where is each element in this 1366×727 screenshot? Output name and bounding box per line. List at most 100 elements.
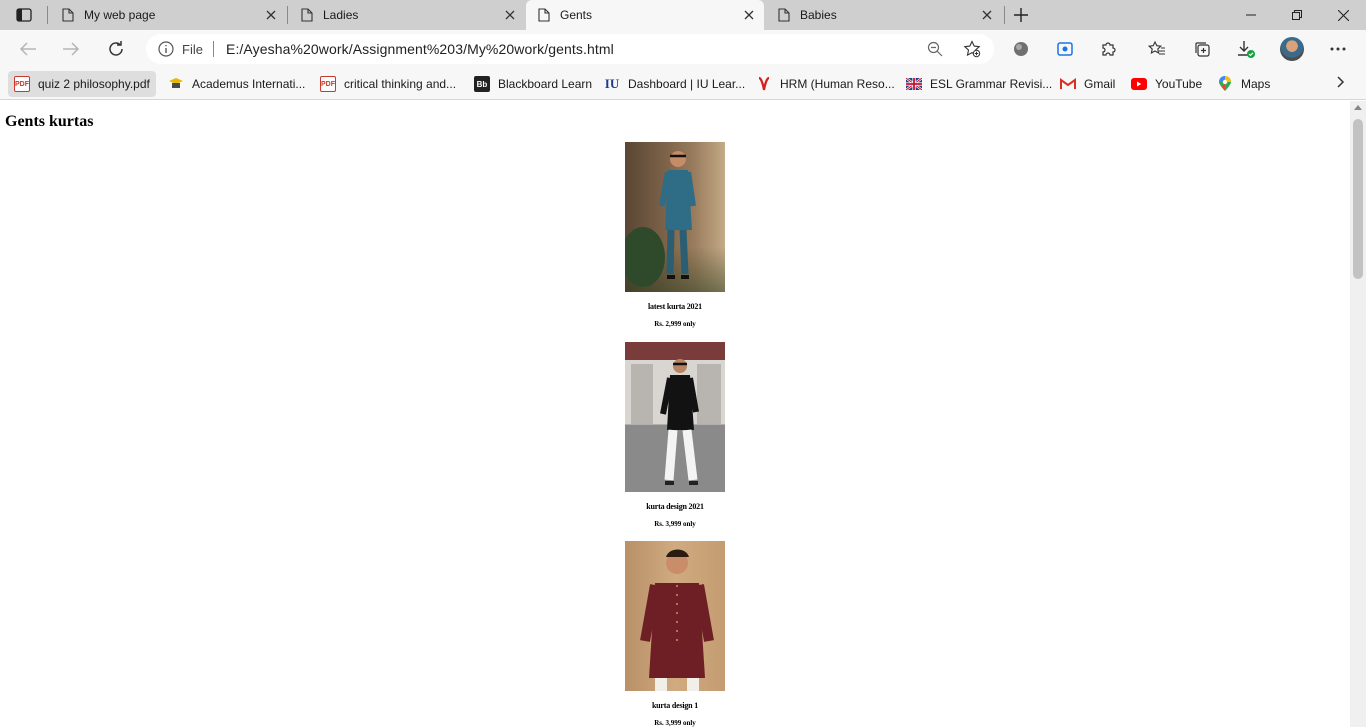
bookmark-label: Academus Internati... [192,77,306,91]
zoom-out-icon[interactable] [927,41,943,57]
plus-icon [1014,8,1028,22]
favorites-button[interactable] [1147,39,1167,59]
screen-capture-button[interactable] [1055,39,1075,59]
restore-button[interactable] [1274,0,1320,30]
refresh-button[interactable] [103,37,129,61]
favorites-icon [1148,40,1165,55]
tab-babies[interactable]: Babies [766,2,1002,28]
close-icon[interactable] [264,8,278,22]
product-photo-maroon-kurta [625,541,725,691]
browser-toolbar: File E:/Ayesha%20work/Assignment%203/My%… [0,30,1366,68]
close-window-button[interactable] [1320,0,1366,30]
page-icon [778,8,790,22]
profile-avatar[interactable] [1280,37,1304,61]
close-icon[interactable] [980,8,994,22]
tab-strip: My web page Ladies Gents Babies [0,0,1366,30]
info-icon[interactable] [158,41,174,57]
forward-button[interactable] [58,37,84,61]
bookmark-label: HRM (Human Reso... [780,77,895,91]
pdf-icon: PDF [14,76,30,92]
scheme-label: File [182,42,203,57]
restore-icon [1292,10,1302,20]
tab-title: Babies [800,8,837,22]
bookmark-label: critical thinking and... [344,77,457,91]
product-price: Rs. 2,999 only [654,320,696,328]
youtube-icon [1131,76,1147,92]
scroll-thumb[interactable] [1353,119,1363,279]
product-card: kurta design 2021 Rs. 3,999 only [625,342,725,528]
downloads-button[interactable] [1236,39,1256,59]
page-heading: Gents kurtas [5,113,94,130]
bookmark-blackboard[interactable]: Bb Blackboard Learn [468,71,598,97]
teal-kurta-illustration [625,151,696,287]
capture-icon [1057,42,1073,56]
bookmark-academus[interactable]: Academus Internati... [162,71,311,97]
close-icon [1337,9,1349,21]
puzzle-icon [1102,42,1116,56]
bookmark-esl-grammar[interactable]: ESL Grammar Revisi... [900,71,1058,97]
back-button[interactable] [15,37,41,61]
maroon-kurta-illustration [640,549,714,691]
tab-my-web-page[interactable]: My web page [50,2,286,28]
close-icon[interactable] [503,8,517,22]
tab-separator [1004,6,1005,24]
bookmark-label: Blackboard Learn [498,77,593,91]
maps-icon [1217,76,1233,92]
tab-actions-icon [16,8,32,22]
circle-extension-icon [1014,42,1028,56]
bookmark-youtube[interactable]: YouTube [1125,71,1208,97]
collections-icon [1195,42,1210,57]
bookmarks-overflow-button[interactable] [1332,72,1350,92]
scroll-up-arrow-icon[interactable] [1354,105,1362,110]
product-price: Rs. 3,999 only [654,520,696,528]
page-content: Gents kurtas latest kurta 2021 Rs. 2,999… [0,101,1350,727]
collections-button[interactable] [1192,39,1212,59]
product-card: kurta design 1 Rs. 3,999 only [625,541,725,727]
tab-actions-button[interactable] [8,5,40,25]
arrow-right-icon [63,42,80,56]
chevron-right-icon [1337,76,1345,88]
product-photo-teal-kurta [625,142,725,292]
bookmark-iu-dashboard[interactable]: IU Dashboard | IU Lear... [598,71,751,97]
product-photo-black-kurta [625,342,725,492]
bookmark-gmail[interactable]: Gmail [1054,71,1121,97]
product-card: latest kurta 2021 Rs. 2,999 only [625,142,725,328]
address-divider [213,41,214,57]
add-favorite-icon[interactable] [963,40,981,58]
product-name: kurta design 1 [651,701,699,710]
tab-title: My web page [84,8,156,22]
tab-ladies[interactable]: Ladies [289,2,525,28]
new-tab-button[interactable] [1010,4,1032,26]
page-icon [62,8,74,22]
tab-title: Ladies [323,8,359,22]
bookmark-maps[interactable]: Maps [1211,71,1276,97]
minimize-icon [1246,14,1256,16]
academus-icon [168,76,184,92]
tab-title: Gents [560,8,593,22]
url-text[interactable]: E:/Ayesha%20work/Assignment%203/My%20wor… [226,41,614,57]
page-icon [538,8,550,22]
blackboard-icon: Bb [474,76,490,92]
close-icon[interactable] [742,8,756,22]
hrm-icon [756,76,772,92]
black-kurta-illustration [631,359,721,485]
page-scrollbar[interactable] [1350,101,1366,727]
settings-menu-button[interactable] [1328,39,1348,59]
tab-separator [47,6,48,24]
bookmark-label: Gmail [1084,77,1116,91]
tab-gents[interactable]: Gents [526,0,764,30]
extension-gray-button[interactable] [1011,39,1031,59]
product-name: kurta design 2021 [646,502,704,511]
bookmark-label: quiz 2 philosophy.pdf [38,77,150,91]
bookmark-hrm[interactable]: HRM (Human Reso... [750,71,901,97]
uk-flag-icon [906,76,922,92]
page-icon [301,8,313,22]
bookmark-quiz-2-philosophy[interactable]: PDF quiz 2 philosophy.pdf [8,71,156,97]
product-price: Rs. 3,999 only [654,719,696,727]
pdf-icon: PDF [320,76,336,92]
minimize-button[interactable] [1228,0,1274,30]
bookmark-critical-thinking[interactable]: PDF critical thinking and... [314,71,462,97]
extensions-button[interactable] [1099,39,1119,59]
gmail-icon [1060,76,1076,92]
address-bar[interactable]: File E:/Ayesha%20work/Assignment%203/My%… [146,34,994,64]
